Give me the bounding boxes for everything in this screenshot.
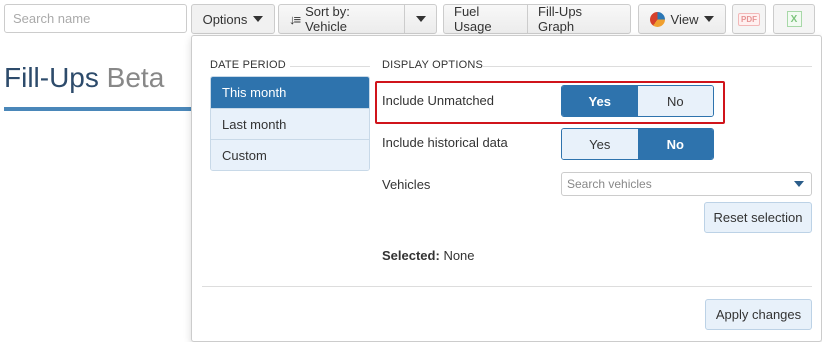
- pie-chart-icon: [649, 11, 665, 27]
- period-custom[interactable]: Custom: [211, 139, 369, 170]
- caret-down-icon: [253, 16, 264, 22]
- include-historical-label: Include historical data: [382, 135, 508, 150]
- title-underline: [4, 107, 191, 111]
- caret-down-icon: [415, 16, 426, 22]
- caret-down-icon: [704, 16, 715, 22]
- sort-dropdown-button[interactable]: [404, 4, 437, 34]
- include-unmatched-no[interactable]: No: [637, 86, 713, 116]
- fuel-usage-label: Fuel Usage: [454, 4, 492, 34]
- sort-icon: ↓≡: [289, 11, 301, 27]
- fillups-graph-button[interactable]: Fill-Ups Graph: [527, 4, 631, 34]
- include-unmatched-yes[interactable]: Yes: [562, 86, 638, 116]
- period-last-month[interactable]: Last month: [211, 108, 369, 139]
- export-pdf-button[interactable]: PDF: [732, 4, 766, 34]
- reset-selection-button[interactable]: Reset selection: [704, 202, 812, 233]
- vehicles-placeholder: Search vehicles: [567, 177, 652, 191]
- include-historical-no[interactable]: No: [637, 129, 713, 159]
- fuel-usage-button[interactable]: Fuel Usage: [443, 4, 528, 34]
- display-options-heading: DISPLAY OPTIONS: [382, 59, 484, 71]
- selected-prefix: Selected:: [382, 248, 440, 263]
- options-panel: DATE PERIOD DISPLAY OPTIONS This month L…: [191, 35, 822, 342]
- view-button[interactable]: View: [638, 4, 726, 34]
- search-name-input[interactable]: [4, 4, 187, 33]
- include-historical-yes[interactable]: Yes: [562, 129, 638, 159]
- page-title: Fill-Ups Beta: [4, 62, 164, 94]
- vehicles-search-select[interactable]: Search vehicles: [561, 172, 812, 196]
- sort-label: Sort by: Vehicle: [305, 4, 350, 34]
- pdf-icon: PDF: [738, 12, 760, 26]
- options-label: Options: [202, 11, 248, 27]
- date-period-list: This month Last month Custom: [210, 76, 370, 171]
- include-unmatched-label: Include Unmatched: [382, 93, 495, 108]
- caret-down-icon: [794, 181, 804, 187]
- fillups-graph-label: Fill-Ups Graph: [538, 4, 583, 34]
- include-historical-toggle: Yes No: [561, 128, 714, 160]
- options-button[interactable]: Options: [191, 4, 275, 34]
- vehicles-label: Vehicles: [382, 177, 431, 192]
- date-period-heading: DATE PERIOD: [210, 59, 286, 71]
- divider: [482, 66, 812, 67]
- selected-value: None: [443, 248, 475, 263]
- selected-summary: Selected: None: [382, 248, 475, 263]
- sort-button[interactable]: ↓≡ Sort by: Vehicle: [278, 4, 405, 34]
- excel-icon: X: [786, 11, 802, 27]
- apply-changes-button[interactable]: Apply changes: [705, 299, 812, 330]
- export-excel-button[interactable]: X: [773, 4, 815, 34]
- page-title-text: Fill-Ups: [4, 62, 99, 93]
- view-label: View: [670, 11, 699, 27]
- period-this-month[interactable]: This month: [211, 77, 369, 108]
- beta-label: Beta: [106, 62, 165, 93]
- divider: [202, 286, 812, 287]
- divider: [290, 66, 370, 67]
- include-unmatched-toggle: Yes No: [561, 85, 714, 117]
